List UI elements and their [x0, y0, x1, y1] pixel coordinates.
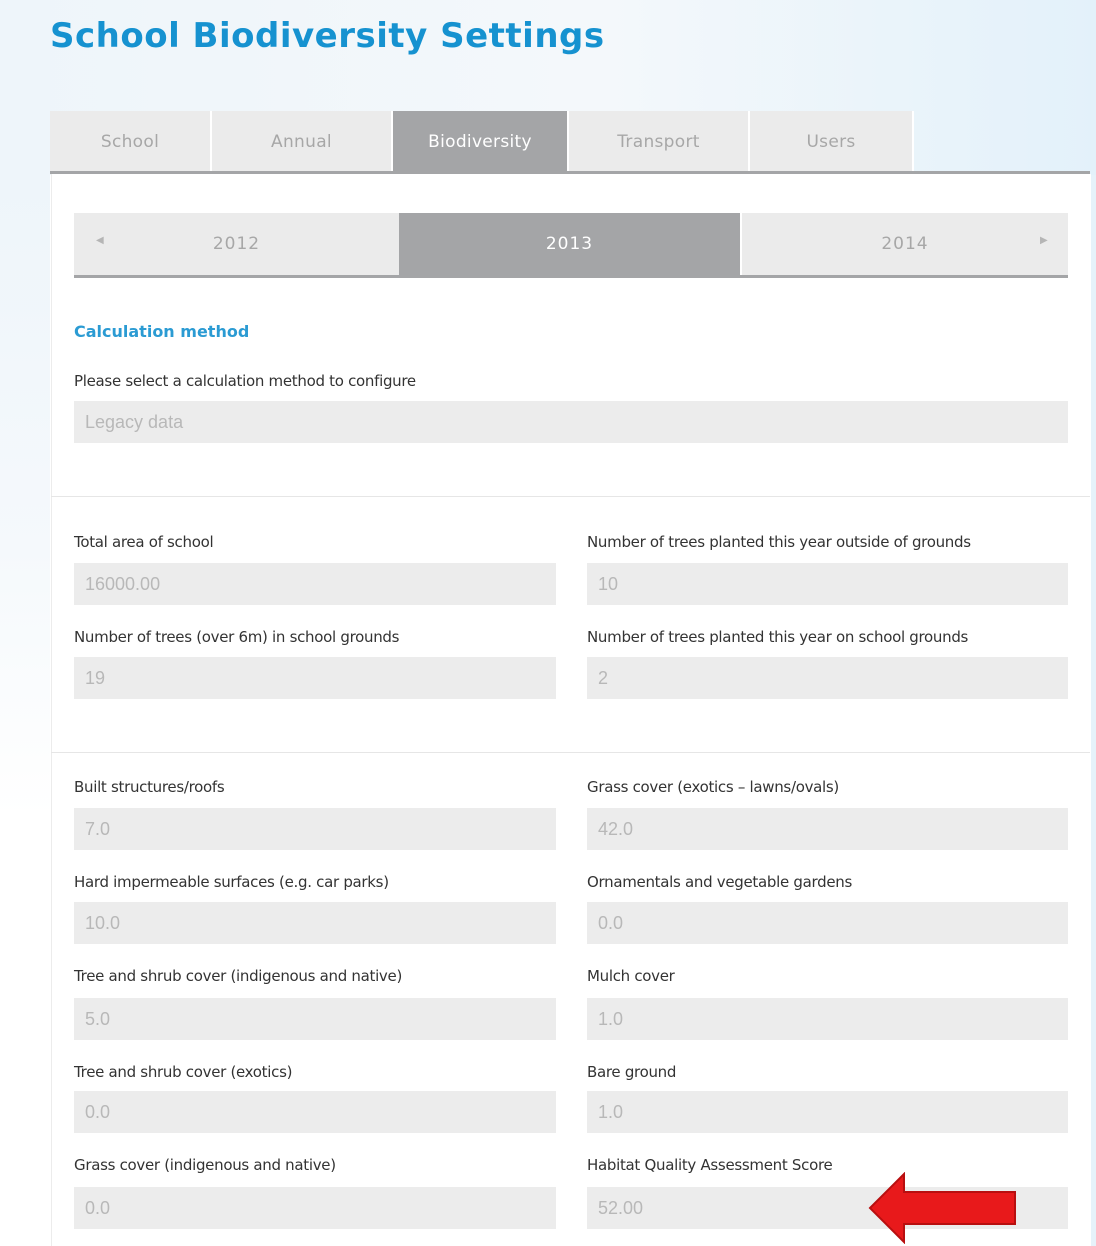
year-current-button[interactable]: 2013: [399, 213, 740, 275]
trees-outside-field[interactable]: 10: [587, 563, 1068, 605]
trees-outside-label: Number of trees planted this year outsid…: [587, 533, 971, 551]
trees-on-grounds-label: Number of trees planted this year on sch…: [587, 628, 969, 646]
hard-surfaces-field[interactable]: 10.0: [74, 902, 556, 944]
year-next-button[interactable]: 2014 ▶: [742, 213, 1068, 275]
hard-surfaces-label: Hard impermeable surfaces (e.g. car park…: [74, 873, 389, 891]
calculation-section-title: Calculation method: [74, 322, 250, 341]
ornamentals-field[interactable]: 0.0: [587, 902, 1068, 944]
trees-on-grounds-value: 2: [598, 667, 609, 688]
bare-ground-label: Bare ground: [587, 1063, 677, 1081]
grass-exotic-label: Grass cover (exotics – lawns/ovals): [587, 778, 839, 796]
built-structures-value: 7.0: [85, 818, 111, 839]
tabs-underline: [50, 171, 1090, 174]
section-divider: [51, 752, 1090, 753]
tree-exotic-field[interactable]: 0.0: [74, 1091, 556, 1133]
mulch-value: 1.0: [598, 1008, 624, 1029]
tab-users[interactable]: Users: [750, 111, 914, 173]
year-underline: [74, 275, 1068, 278]
tree-exotic-value: 0.0: [85, 1101, 111, 1122]
built-structures-field[interactable]: 7.0: [74, 808, 556, 850]
calculation-method-value: Legacy data: [85, 411, 184, 432]
trees-over6m-value: 19: [85, 667, 106, 688]
trees-over6m-field[interactable]: 19: [74, 657, 556, 699]
built-structures-label: Built structures/roofs: [74, 778, 225, 796]
calculation-method-select[interactable]: Legacy data: [74, 401, 1068, 443]
bare-ground-value: 1.0: [598, 1101, 624, 1122]
habitat-score-value: 52.00: [598, 1197, 644, 1218]
red-arrow-icon: [868, 1172, 1016, 1244]
settings-tabs: School Annual Biodiversity Transport Use…: [50, 111, 914, 173]
chevron-right-icon[interactable]: ▶: [1040, 235, 1049, 246]
year-next-label: 2014: [881, 234, 929, 254]
section-divider: [51, 496, 1090, 497]
grass-exotic-value: 42.0: [598, 818, 634, 839]
bare-ground-field[interactable]: 1.0: [587, 1091, 1068, 1133]
calculation-method-label: Please select a calculation method to co…: [74, 372, 416, 390]
ornamentals-value: 0.0: [598, 912, 624, 933]
tree-native-value: 5.0: [85, 1008, 111, 1029]
total-area-label: Total area of school: [74, 533, 214, 551]
tab-annual[interactable]: Annual: [212, 111, 393, 173]
mulch-field[interactable]: 1.0: [587, 998, 1068, 1040]
total-area-field[interactable]: 16000.00: [74, 563, 556, 605]
grass-native-value: 0.0: [85, 1197, 111, 1218]
trees-outside-value: 10: [598, 573, 619, 594]
mulch-label: Mulch cover: [587, 967, 675, 985]
tab-school[interactable]: School: [50, 111, 212, 173]
chevron-left-icon[interactable]: ◀: [96, 235, 105, 246]
grass-native-label: Grass cover (indigenous and native): [74, 1156, 336, 1174]
grass-native-field[interactable]: 0.0: [74, 1187, 556, 1229]
trees-on-grounds-field[interactable]: 2: [587, 657, 1068, 699]
tab-biodiversity[interactable]: Biodiversity: [393, 111, 569, 173]
tree-native-field[interactable]: 5.0: [74, 998, 556, 1040]
year-prev-label: 2012: [212, 234, 261, 254]
year-prev-button[interactable]: ◀ 2012: [74, 213, 399, 275]
habitat-score-label: Habitat Quality Assessment Score: [587, 1156, 833, 1174]
ornamentals-label: Ornamentals and vegetable gardens: [587, 873, 852, 891]
trees-over6m-label: Number of trees (over 6m) in school grou…: [74, 628, 400, 646]
tab-transport[interactable]: Transport: [569, 111, 750, 173]
hard-surfaces-value: 10.0: [85, 912, 121, 933]
grass-exotic-field[interactable]: 42.0: [587, 808, 1068, 850]
page-title: School Biodiversity Settings: [50, 16, 605, 56]
tree-native-label: Tree and shrub cover (indigenous and nat…: [74, 967, 402, 985]
left-background: [0, 175, 50, 1246]
total-area-value: 16000.00: [85, 573, 161, 594]
year-current-label: 2013: [545, 234, 594, 254]
year-selector: ◀ 2012 2013 2014 ▶: [74, 213, 1068, 279]
tree-exotic-label: Tree and shrub cover (exotics): [74, 1063, 293, 1081]
